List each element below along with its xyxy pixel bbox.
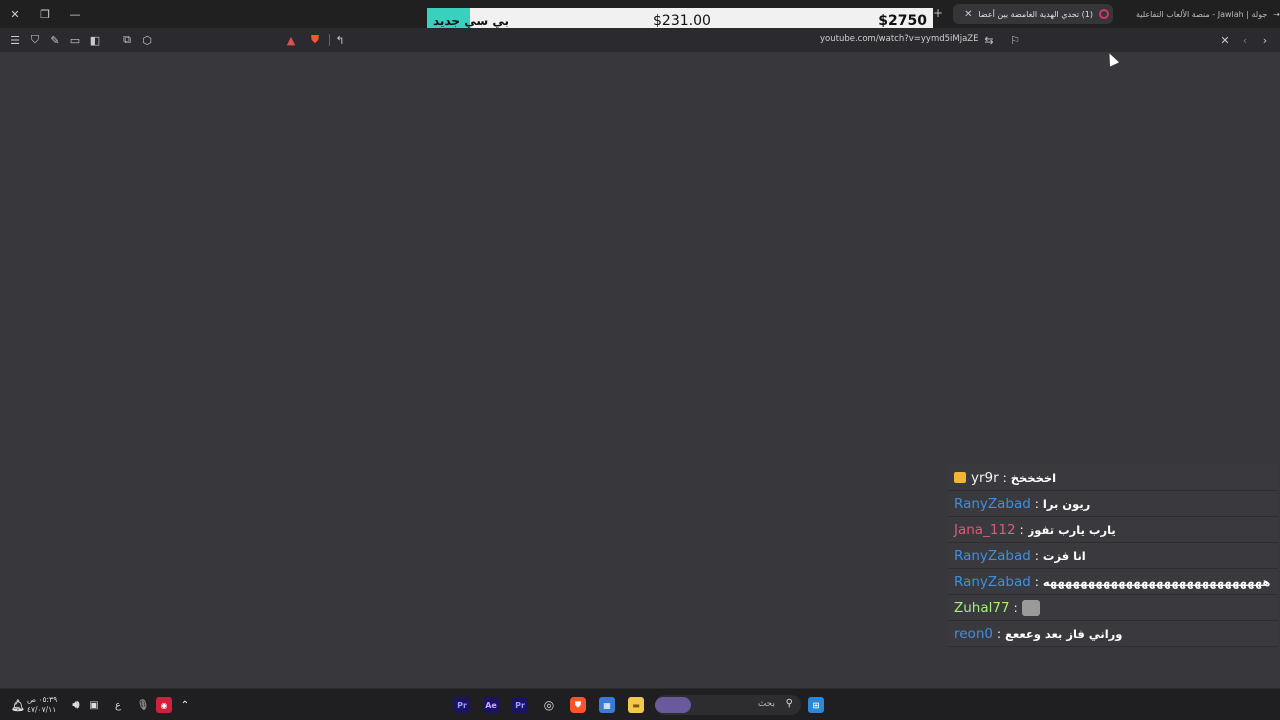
back-icon[interactable]: ‹ [1237,32,1253,48]
jawlah-favicon-icon: ⇢ [1273,9,1280,19]
browser-toolbar: ☰ ⛉ ✎ ▭ ◧ ⧉ ⬡ ▲ ⛊ ↰ youtube.com/watch?v=… [0,28,1280,52]
chat-message-text: اخخخخخ [1010,470,1057,485]
chat-message-text: وراني فاز بعد وعععع [1005,626,1123,641]
tab-close-icon[interactable]: ✕ [964,9,972,20]
rewards-icon[interactable]: ▲ [283,32,299,48]
chat-username[interactable]: yr9r [971,470,999,486]
chat-separator: : [1034,496,1039,511]
microphone-icon[interactable]: 🎙︎ [135,697,151,713]
search-placeholder: بحث [757,699,775,709]
premiere-pro-icon[interactable]: Pr [454,697,470,713]
close-icon: ✕ [10,7,20,21]
tab-label: (1) تحدي الهدية الغامضة بين أعضا [978,9,1093,19]
input-language[interactable]: ع [110,697,126,713]
chat-message: Zuhal77: [948,595,1278,621]
chat-separator: : [1013,600,1018,615]
chat-separator: : [1034,574,1039,589]
site-settings-icon[interactable]: ⇆ [981,32,997,48]
new-tab-button[interactable]: + [933,6,943,20]
chat-message: reon0: وراني فاز بعد وعععع [948,621,1278,647]
chat-username[interactable]: RanyZabad [954,574,1031,590]
store-icon[interactable]: ▦ [599,697,615,713]
tab-label: جولة | Jawlah - منصة الألعاب التفاعلية [1135,9,1268,19]
chat-message: RanyZabad: هههههههههههههههههههههههههههههه [948,569,1278,595]
windows-start-icon[interactable]: ⊞ [808,697,824,713]
crown-icon [954,472,966,483]
chat-username[interactable]: RanyZabad [954,548,1031,564]
taskbar-search[interactable]: بحث ⚲ [655,695,801,715]
restore-window-button[interactable]: ❐ [30,0,60,28]
chat-username[interactable]: Zuhal77 [954,600,1010,616]
extensions-icon[interactable]: ⬡ [139,32,155,48]
chat-message-text: هههههههههههههههههههههههههههههه [1042,574,1271,589]
forward-icon[interactable]: › [1257,32,1273,48]
restore-icon: ❐ [40,7,50,21]
chat-separator: : [1034,548,1039,563]
prize-current-amount: $231.00 [653,13,711,29]
search-highlight-art [655,697,691,713]
chat-overlay: yr9r: اخخخخخ RanyZabad: ريون برا Jana_112: يا… [948,465,1278,647]
close-window-button[interactable]: ✕ [0,0,30,28]
obs-icon[interactable]: ◎ [541,697,557,713]
prize-goal-amount: $2750 [878,13,927,29]
stop-icon[interactable]: ✕ [1217,32,1233,48]
volume-icon[interactable]: 🔊︎ [68,697,84,713]
tab-youtube[interactable]: (1) تحدي الهدية الغامضة بين أعضا ✕ [953,4,1113,24]
share-icon[interactable]: ↰ [332,32,348,48]
youtube-favicon-icon [1099,9,1109,19]
network-icon[interactable]: ▣ [86,697,102,713]
toolbar-separator [329,34,330,46]
chevron-up-icon[interactable]: ⌃ [177,697,193,713]
minimize-icon: — [69,7,81,21]
brave-browser-icon[interactable]: ⛊ [570,697,586,713]
chat-separator: : [1019,522,1024,537]
screenshot-icon[interactable]: ⧉ [119,32,135,48]
chat-message-text: انا فزت [1042,548,1086,563]
after-effects-icon[interactable]: Ae [483,697,499,713]
chat-message-text: ريون برا [1042,496,1091,511]
notification-bell-icon[interactable]: 🔔︎ [10,697,26,713]
tray-app-icon[interactable]: ◉ [156,697,172,713]
chat-message: yr9r: اخخخخخ [948,465,1278,491]
taskbar: 🔔︎ ٠٥:٣٩ ص ٤٧/٠٧/١١ 🔊︎ ▣ ع 🎙︎ ◉ ⌃ Pr Ae … [0,688,1280,720]
tab-jawlah[interactable]: ⇢ جولة | Jawlah - منصة الألعاب التفاعلية [1120,4,1280,24]
chat-separator: : [996,626,1002,641]
premiere-pro-2-icon[interactable]: Pr [512,697,528,713]
clock-date: ٤٧/٠٧/١١ [27,705,57,714]
minimize-window-button[interactable]: — [60,0,90,28]
bookmark-icon[interactable]: ⚐ [1007,32,1023,48]
prize-label: بي سي جديد [433,14,509,28]
chat-message: RanyZabad: ريون برا [948,491,1278,517]
chat-username[interactable]: RanyZabad [954,496,1031,512]
shield-icon[interactable]: ⛉ [27,32,43,48]
wallet-icon[interactable]: ▭ [67,32,83,48]
chat-username[interactable]: reon0 [954,626,993,642]
chat-separator: : [1002,470,1007,485]
chat-username[interactable]: Jana_112 [954,522,1016,538]
sidebar-icon[interactable]: ◧ [87,32,103,48]
cat-emote-icon [1021,599,1040,616]
search-icon: ⚲ [785,698,793,709]
chat-message: Jana_112: يارب يارب تفوز [948,517,1278,543]
file-explorer-icon[interactable]: ▬ [628,697,644,713]
brave-shield-icon[interactable]: ⛊ [307,32,323,48]
chat-message-text: يارب يارب تفوز [1027,522,1116,537]
system-clock[interactable]: ٠٥:٣٩ ص ٤٧/٠٧/١١ [27,695,57,715]
menu-icon[interactable]: ☰ [7,32,23,48]
clock-time: ٠٥:٣٩ ص [27,695,58,704]
chat-message: RanyZabad: انا فزت [948,543,1278,569]
pin-icon[interactable]: ✎ [47,32,63,48]
address-bar[interactable]: youtube.com/watch?v=yymd5iMjaZE [820,34,979,44]
